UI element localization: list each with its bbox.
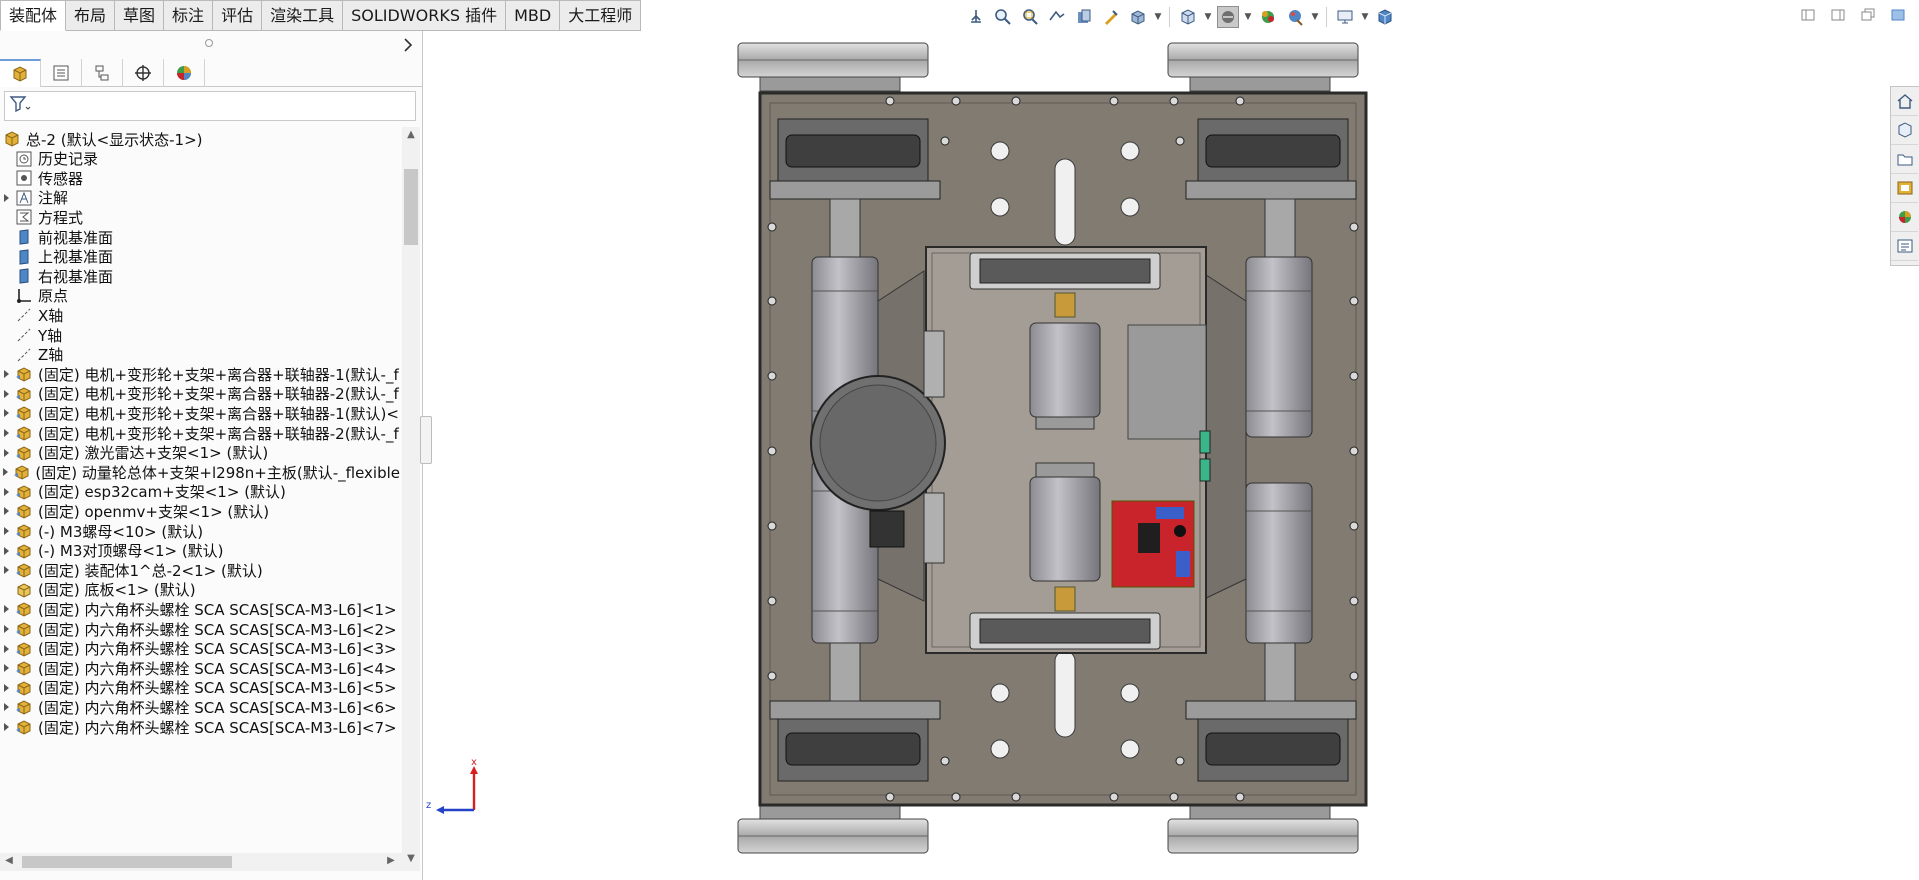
command-tab[interactable]: MBD — [506, 0, 561, 31]
subassembly-icon — [14, 717, 34, 737]
tab-display-manager[interactable] — [164, 59, 205, 87]
appearances-icon[interactable] — [1891, 203, 1918, 232]
command-tab[interactable]: 草图 — [115, 0, 165, 31]
close-window-icon[interactable] — [1889, 6, 1907, 24]
motor-bracket-bottom-left[interactable] — [769, 700, 941, 782]
command-tab[interactable]: 渲染工具 — [262, 0, 344, 31]
view-palette-icon[interactable] — [1891, 174, 1918, 203]
previous-view-icon[interactable] — [1046, 6, 1068, 28]
command-tab[interactable]: SOLIDWORKS 插件 — [343, 0, 507, 31]
triad-x-label: x — [471, 757, 477, 768]
command-tab[interactable]: 标注 — [164, 0, 214, 31]
hide-show-icon[interactable] — [1257, 6, 1279, 28]
tree-item[interactable]: (固定) 内六角杯头螺栓 SCA SCAS[SCA-M3-L6]<7> — [0, 715, 400, 739]
wheel-bottom-left[interactable] — [737, 804, 929, 854]
tab-feature-manager[interactable] — [0, 59, 41, 87]
panel-tabs — [0, 59, 423, 87]
triad-z-label: z — [426, 800, 431, 811]
dynamic-annotation-icon[interactable] — [1100, 6, 1122, 28]
flywheel-motor-lower[interactable] — [1029, 462, 1101, 582]
command-tab[interactable]: 大工程师 — [560, 0, 642, 31]
wheel-top-left[interactable] — [737, 42, 929, 92]
command-manager-tabs: 装配体 布局 草图 标注 评估 渲染工具 SOLIDWORKS 插件 MBD 大工程师 — [0, 0, 642, 31]
tab-configuration-manager[interactable] — [82, 59, 123, 87]
motor-bracket-bottom-right[interactable] — [1185, 700, 1357, 782]
tab-dimxpert-manager[interactable] — [123, 59, 164, 87]
motor-right-upper[interactable] — [1245, 256, 1313, 438]
brass-coupler-bottom — [1054, 586, 1076, 612]
display-style-icon[interactable] — [1217, 6, 1239, 28]
tree-filter-input[interactable] — [4, 91, 416, 121]
edit-appearance-icon[interactable] — [1284, 6, 1306, 28]
wheel-bottom-right[interactable] — [1167, 804, 1359, 854]
graphics-area-model-view[interactable] — [700, 31, 1480, 861]
scrollbar-thumb[interactable] — [404, 169, 418, 245]
tab-property-manager[interactable] — [41, 59, 82, 87]
panel-collapse-icon[interactable] — [1799, 6, 1817, 24]
view-settings-icon[interactable] — [1127, 6, 1149, 28]
view-setting-display-icon[interactable] — [1334, 6, 1356, 28]
command-tab[interactable]: 评估 — [213, 0, 263, 31]
command-tab[interactable]: 布局 — [66, 0, 116, 31]
panel-splitter-handle[interactable] — [420, 416, 432, 464]
chevron-down-icon[interactable]: ▼ — [1311, 12, 1319, 22]
zoom-to-fit-icon[interactable] — [992, 6, 1014, 28]
l298n-driver-board[interactable] — [1111, 500, 1195, 588]
chevron-down-icon[interactable]: ▼ — [1204, 12, 1212, 22]
wheel-top-right[interactable] — [1167, 42, 1359, 92]
file-explorer-icon[interactable] — [1891, 145, 1918, 174]
flywheel-bottom[interactable] — [969, 612, 1161, 650]
plate-slot-top — [1054, 158, 1076, 246]
view-orientation-cube-icon[interactable] — [1177, 6, 1199, 28]
section-view-icon[interactable] — [1073, 6, 1095, 28]
tree-vertical-scrollbar[interactable]: ▲ ▼ — [402, 127, 420, 871]
scroll-right-icon[interactable]: ▶ — [384, 855, 398, 869]
task-pane — [1890, 86, 1919, 266]
flywheel-top[interactable] — [969, 252, 1161, 290]
custom-properties-icon[interactable] — [1891, 232, 1918, 261]
motor-bracket-top-left[interactable] — [769, 118, 941, 200]
filter-icon[interactable] — [9, 95, 31, 117]
motor-right-lower[interactable] — [1245, 482, 1313, 644]
design-library-icon[interactable] — [1891, 116, 1918, 145]
reference-triad: x z — [426, 757, 478, 814]
expand-arrow-icon[interactable] — [0, 715, 14, 739]
command-tab[interactable]: 装配体 — [0, 0, 67, 31]
chevron-down-icon[interactable]: ▼ — [1361, 12, 1369, 22]
feature-tree: 总-2 (默认<显示状态-1>) 历史记录 传感器 注解 方程式 前视基准面 上视基准面 右视… — [0, 127, 400, 871]
tree-item-label: (固定) 内六角杯头螺栓 SCA SCAS[SCA-M3-L6]<7> — [38, 718, 397, 737]
heads-up-view-toolbar: ▼ ▼ ▼ ▼ ▼ — [965, 4, 1396, 30]
plate-slot-bottom — [1054, 650, 1076, 738]
restore-window-icon[interactable] — [1859, 6, 1877, 24]
3d-view-icon[interactable] — [1374, 6, 1396, 28]
view-orientation-icon[interactable] — [965, 6, 987, 28]
brass-coupler-top — [1054, 292, 1076, 318]
zoom-area-icon[interactable] — [1019, 6, 1041, 28]
feature-manager-panel: 总-2 (默认<显示状态-1>) 历史记录 传感器 注解 方程式 前视基准面 上视基准面 右视… — [0, 31, 423, 880]
motor-bracket-top-right[interactable] — [1185, 118, 1357, 200]
window-controls — [1799, 6, 1907, 24]
chevron-down-icon[interactable]: ▼ — [1154, 12, 1162, 22]
tree-horizontal-scrollbar[interactable]: ◀ ▶ — [0, 853, 402, 871]
scroll-left-icon[interactable]: ◀ — [2, 855, 16, 869]
scroll-down-icon[interactable]: ▼ — [404, 853, 418, 867]
flywheel-motor-upper[interactable] — [1029, 322, 1101, 430]
home-icon[interactable] — [1891, 87, 1918, 116]
scrollbar-thumb[interactable] — [22, 856, 232, 868]
scroll-up-icon[interactable]: ▲ — [404, 129, 418, 143]
panel-expand-icon[interactable] — [1829, 6, 1847, 24]
toolbar-separator — [1326, 7, 1327, 27]
toolbar-separator — [1169, 7, 1170, 27]
chevron-right-icon[interactable] — [400, 35, 416, 55]
chevron-down-icon[interactable]: ▼ — [1244, 12, 1252, 22]
panel-grip-icon[interactable] — [205, 39, 213, 47]
main-board-module[interactable] — [1127, 324, 1207, 440]
